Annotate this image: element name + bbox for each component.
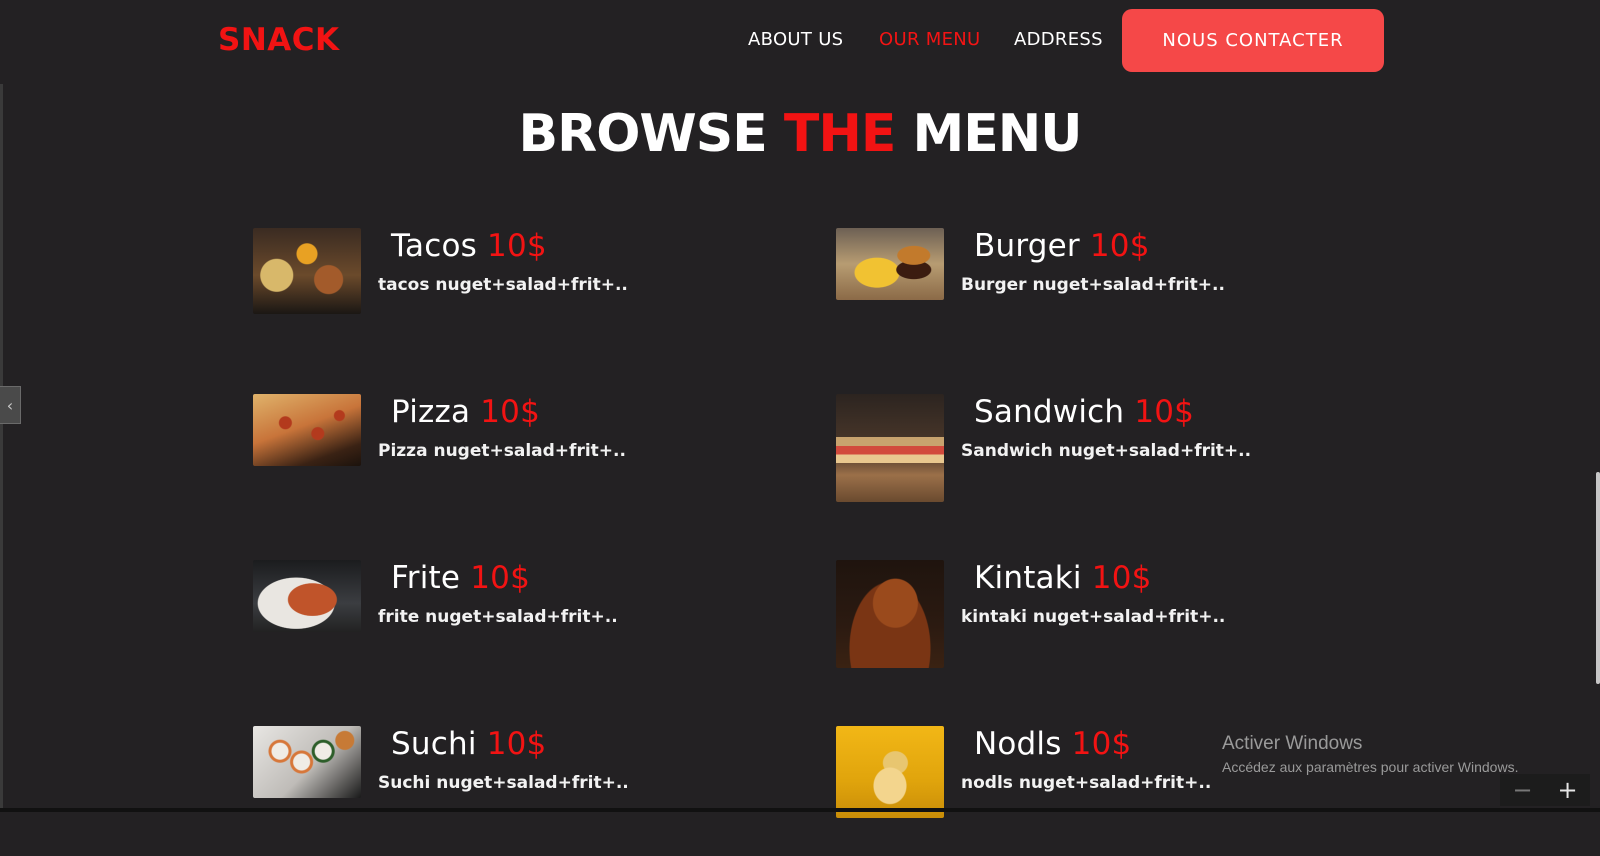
scrollbar-thumb[interactable] (1596, 472, 1600, 684)
menu-item-burger[interactable]: Burger 10$ Burger nuget+salad+frit+.. (836, 228, 1356, 358)
windows-activation-title: Activer Windows (1222, 733, 1363, 754)
menu-item-name: Pizza 10$ (391, 394, 541, 430)
menu-item-description: Burger nuget+salad+frit+.. (961, 275, 1225, 295)
menu-item-price: 10$ (1071, 726, 1132, 762)
title-part-browse: BROWSE (518, 104, 768, 164)
menu-item-price: 10$ (1134, 394, 1195, 430)
contact-button[interactable]: NOUS CONTACTER (1122, 9, 1384, 72)
menu-item-price: 10$ (1091, 560, 1152, 596)
menu-item-description: Suchi nuget+salad+frit+.. (378, 773, 629, 793)
menu-item-name: Tacos 10$ (391, 228, 547, 264)
menu-item-price: 10$ (487, 228, 547, 264)
nodls-image (836, 726, 944, 818)
menu-item-name: Suchi 10$ (391, 726, 547, 762)
site-logo[interactable]: SNACK (218, 22, 340, 58)
menu-item-name: Frite 10$ (391, 560, 531, 596)
menu-item-description: Sandwich nuget+salad+frit+.. (961, 441, 1252, 461)
menu-item-sandwich[interactable]: Sandwich 10$ Sandwich nuget+salad+frit+.… (836, 394, 1356, 524)
menu-item-kintaki[interactable]: Kintaki 10$ kintaki nuget+salad+frit+.. (836, 560, 1356, 690)
side-panel-toggle[interactable]: ‹ (0, 386, 21, 424)
menu-item-price: 10$ (486, 726, 547, 762)
menu-item-name: Burger 10$ (974, 228, 1150, 264)
menu-item-price: 10$ (1089, 228, 1150, 264)
nav-our-menu[interactable]: OUR MENU (879, 29, 981, 50)
menu-item-tacos[interactable]: Tacos 10$ tacos nuget+salad+frit+.. (253, 228, 773, 358)
menu-item-description: tacos nuget+salad+frit+.. (378, 275, 628, 295)
menu-item-description: Pizza nuget+salad+frit+.. (378, 441, 626, 461)
menu-item-name: Nodls 10$ (974, 726, 1132, 762)
title-part-the: THE (783, 104, 897, 164)
frite-image (253, 560, 361, 632)
minus-icon[interactable]: − (1500, 774, 1545, 806)
menu-item-suchi[interactable]: Suchi 10$ Suchi nuget+salad+frit+.. (253, 726, 773, 856)
plus-icon[interactable]: + (1545, 774, 1590, 806)
tacos-image (253, 228, 361, 314)
menu-item-description: nodls nuget+salad+frit+.. (961, 773, 1212, 793)
pizza-image (253, 394, 361, 466)
windows-activation-subtitle: Accédez aux paramètres pour activer Wind… (1222, 759, 1519, 775)
suchi-image (253, 726, 361, 798)
menu-item-description: kintaki nuget+salad+frit+.. (961, 607, 1226, 627)
menu-item-pizza[interactable]: Pizza 10$ Pizza nuget+salad+frit+.. (253, 394, 773, 524)
menu-item-price: 10$ (470, 560, 531, 596)
menu-item-name: Sandwich 10$ (974, 394, 1195, 430)
kintaki-image (836, 560, 944, 668)
zoom-control: − + (1500, 774, 1590, 806)
chevron-left-icon: ‹ (6, 395, 14, 415)
sandwich-image (836, 394, 944, 502)
menu-item-frite[interactable]: Frite 10$ frite nuget+salad+frit+.. (253, 560, 773, 690)
menu-item-description: frite nuget+salad+frit+.. (378, 607, 618, 627)
menu-item-name: Kintaki 10$ (974, 560, 1152, 596)
window-bottom-border (0, 808, 1600, 812)
title-part-menu: MENU (912, 104, 1082, 164)
burger-image (836, 228, 944, 300)
site-header: SNACK ABOUT US OUR MENU ADDRESS NOUS CON… (0, 0, 1600, 84)
page-title: BROWSE THE MENU (0, 104, 1600, 164)
nav-address[interactable]: ADDRESS (1014, 29, 1103, 50)
nav-about-us[interactable]: ABOUT US (748, 29, 843, 50)
menu-item-price: 10$ (480, 394, 541, 430)
